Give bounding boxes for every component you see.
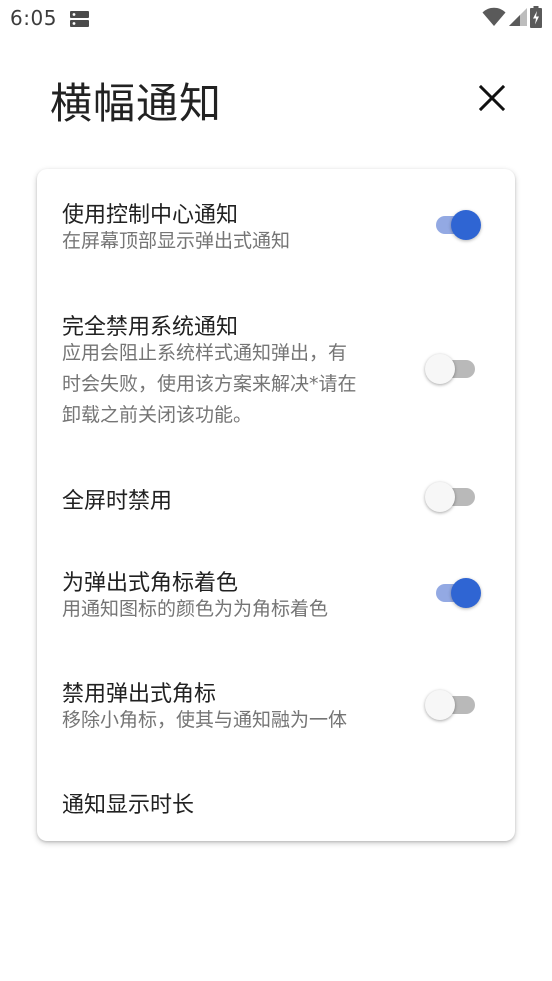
- toggle-thumb: [425, 482, 455, 512]
- setting-title: 完全禁用系统通知: [62, 315, 239, 340]
- settings-card: 使用控制中心通知 在屏幕顶部显示弹出式通知 完全禁用系统通知 应用会阻止系统样式…: [37, 169, 515, 841]
- status-icons: [482, 6, 542, 32]
- setting-disable-fullscreen[interactable]: 全屏时禁用: [37, 449, 515, 543]
- setting-title: 使用控制中心通知: [62, 203, 239, 228]
- setting-description: 应用会阻止系统样式通知弹出，有 时会失败，使用该方案来解决*请在 卸载之前关闭该…: [62, 338, 402, 431]
- setting-disable-badge[interactable]: 禁用弹出式角标 移除小角标，使其与通知融为一体: [37, 655, 515, 765]
- close-icon: [478, 84, 506, 115]
- banner-notification-page: 6:05 横幅通知 使用控制中心通知 在屏幕顶部显示弹出式通知 完全禁用系统通知…: [0, 0, 552, 981]
- status-time: 6:05: [10, 6, 57, 30]
- setting-description-line: 移除小角标，使其与通知融为一体: [62, 709, 348, 731]
- setting-color-badge[interactable]: 为弹出式角标着色 用通知图标的颜色为为角标着色: [37, 543, 515, 655]
- toggle-thumb: [425, 690, 455, 720]
- toggle-switch[interactable]: [425, 481, 479, 513]
- setting-description-line: 时会失败，使用该方案来解决*请在: [62, 373, 357, 395]
- setting-description: 在屏幕顶部显示弹出式通知: [62, 226, 402, 257]
- setting-description-line: 应用会阻止系统样式通知弹出，有: [62, 342, 348, 364]
- setting-title: 全屏时禁用: [62, 489, 173, 514]
- setting-title: 为弹出式角标着色: [62, 571, 239, 596]
- toggle-switch[interactable]: [432, 209, 486, 241]
- toggle-thumb: [425, 354, 455, 384]
- setting-title: 禁用弹出式角标: [62, 682, 217, 707]
- setting-description: 用通知图标的颜色为为角标着色: [62, 594, 402, 625]
- toggle-thumb: [451, 210, 481, 240]
- close-button[interactable]: [470, 78, 514, 122]
- signal-icon: [508, 7, 528, 31]
- status-bar: 6:05: [0, 0, 552, 38]
- setting-disable-system-notifications[interactable]: 完全禁用系统通知 应用会阻止系统样式通知弹出，有 时会失败，使用该方案来解决*请…: [37, 281, 515, 449]
- setting-description-line: 在屏幕顶部显示弹出式通知: [62, 230, 291, 252]
- page-title: 横幅通知: [50, 79, 223, 128]
- wifi-icon: [482, 7, 506, 31]
- setting-description: 移除小角标，使其与通知融为一体: [62, 705, 402, 736]
- toggle-thumb: [451, 578, 481, 608]
- setting-title: 通知显示时长: [62, 793, 195, 818]
- server-icon: [70, 11, 89, 27]
- setting-notification-duration[interactable]: 通知显示时长: [37, 765, 515, 841]
- toggle-switch[interactable]: [432, 577, 486, 609]
- toggle-switch[interactable]: [425, 353, 479, 385]
- setting-description-line: 卸载之前关闭该功能。: [62, 404, 253, 426]
- setting-description-line: 用通知图标的颜色为为角标着色: [62, 598, 329, 620]
- setting-use-control-center[interactable]: 使用控制中心通知 在屏幕顶部显示弹出式通知: [37, 169, 515, 281]
- battery-charging-icon: [530, 6, 542, 32]
- toggle-switch[interactable]: [425, 689, 479, 721]
